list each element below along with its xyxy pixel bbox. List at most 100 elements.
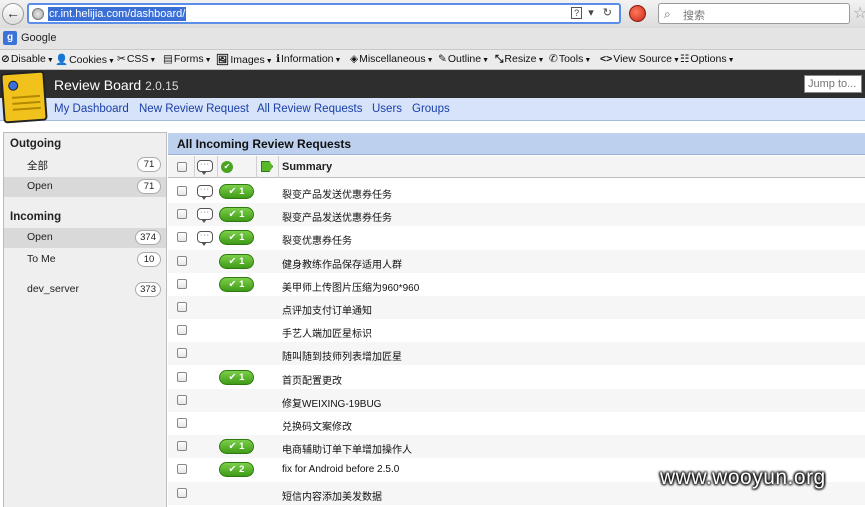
pin-icon bbox=[7, 80, 19, 92]
web-developer-toolbar: ⊘Disable▼ 👤Cookies▼ ✂CSS▼ ▤Forms▼ 🖼Image… bbox=[0, 50, 865, 70]
table-row[interactable]: 点评加支付订单通知 bbox=[168, 296, 865, 319]
devbar-cookies[interactable]: 👤Cookies▼ bbox=[55, 53, 115, 66]
nav-my-dashboard[interactable]: My Dashboard bbox=[54, 103, 129, 115]
page-title: All Incoming Review Requests bbox=[177, 137, 352, 151]
table-row[interactable]: ✔ 1 电商辅助订单下单增加操作人 bbox=[168, 435, 865, 459]
nav-users[interactable]: Users bbox=[372, 103, 402, 115]
comment-bubble-icon: ··· bbox=[197, 208, 213, 224]
comment-bubble-icon: ··· bbox=[197, 231, 213, 247]
row-checkbox[interactable] bbox=[177, 371, 187, 382]
row-checkbox[interactable] bbox=[177, 186, 187, 196]
star-icon[interactable]: ☆ bbox=[853, 3, 865, 23]
devbar-tools[interactable]: ✆Tools▼ bbox=[549, 53, 591, 65]
css-icon: ✂ bbox=[117, 53, 126, 65]
row-checkbox[interactable] bbox=[177, 487, 187, 498]
row-summary-link[interactable]: 裂变产品发送优惠券任务 bbox=[282, 186, 392, 201]
row-summary-link[interactable]: 美甲师上传图片压缩为960*960 bbox=[282, 279, 419, 294]
ship-it-badge: ✔ 1 bbox=[219, 207, 254, 223]
sidebar-item-label: 全部 bbox=[27, 160, 48, 172]
url-text: cr.int.helijia.com/dashboard/ bbox=[48, 7, 187, 21]
sidebar-item-outgoing-all[interactable]: 全部 71 bbox=[4, 155, 166, 175]
row-summary-link[interactable]: 首页配置更改 bbox=[282, 372, 342, 387]
comments-column-icon[interactable]: ··· bbox=[197, 160, 213, 175]
table-row[interactable]: ··· ✔ 1 裂变优惠券任务 bbox=[168, 226, 865, 249]
select-all-checkbox[interactable] bbox=[177, 162, 187, 172]
row-summary-link[interactable]: 兑换码文案修改 bbox=[282, 418, 352, 433]
sidebar-item-label: Open bbox=[27, 231, 53, 243]
devbar-forms[interactable]: ▤Forms▼ bbox=[163, 53, 212, 65]
nav-groups[interactable]: Groups bbox=[412, 103, 450, 115]
ship-it-badge: ✔ 1 bbox=[219, 369, 254, 385]
devbar-css[interactable]: ✂CSS▼ bbox=[117, 53, 156, 65]
row-checkbox[interactable] bbox=[177, 441, 187, 452]
sidebar-item-incoming-to-me[interactable]: To Me 10 bbox=[4, 250, 166, 270]
table-row[interactable]: ··· ✔ 1 裂变产品发送优惠券任务 bbox=[168, 180, 865, 203]
table-row[interactable]: ✔ 1 健身教练作品保存适用人群 bbox=[168, 249, 865, 273]
sidebar-item-outgoing-open[interactable]: Open 71 bbox=[4, 177, 166, 197]
devbar-view-source[interactable]: <>View Source▼ bbox=[600, 53, 680, 65]
table-row[interactable]: ··· ✔ 1 裂变产品发送优惠券任务 bbox=[168, 203, 865, 227]
row-summary-link[interactable]: 随叫随到技师列表增加匠星 bbox=[282, 348, 402, 363]
row-checkbox[interactable] bbox=[177, 209, 187, 220]
row-checkbox[interactable] bbox=[177, 255, 187, 266]
nav-all-review-requests[interactable]: All Review Requests bbox=[257, 103, 362, 115]
row-summary-link[interactable]: 裂变优惠券任务 bbox=[282, 232, 352, 247]
row-checkbox[interactable] bbox=[177, 302, 187, 312]
table-row[interactable]: ✔ 1 首页配置更改 bbox=[168, 366, 865, 389]
cookies-icon: 👤 bbox=[55, 54, 69, 66]
devbar-resize[interactable]: ⤡Resize▼ bbox=[495, 53, 544, 66]
table-header: ··· ✔ Summary bbox=[168, 156, 865, 178]
row-checkbox[interactable] bbox=[177, 325, 187, 336]
main-nav: My Dashboard New Review Request All Revi… bbox=[0, 98, 865, 121]
back-arrow-icon[interactable]: ← bbox=[2, 3, 24, 25]
row-summary-link[interactable]: 健身教练作品保存适用人群 bbox=[282, 256, 402, 271]
view-source-icon: <> bbox=[600, 53, 613, 65]
devbar-images[interactable]: 🖼Images▼ bbox=[216, 53, 273, 66]
bookmark-google[interactable]: g Google bbox=[3, 31, 56, 45]
url-field[interactable]: cr.int.helijia.com/dashboard/ ? ▾ ↻ bbox=[27, 3, 621, 24]
row-checkbox[interactable] bbox=[177, 464, 187, 475]
row-checkbox[interactable] bbox=[177, 348, 187, 359]
devbar-information[interactable]: ℹInformation▼ bbox=[276, 53, 341, 65]
row-summary-link[interactable]: 短信内容添加美发数据 bbox=[282, 488, 382, 503]
table-row[interactable]: 修复WEIXING-19BUG bbox=[168, 388, 865, 412]
ship-it-badge: ✔ 2 bbox=[219, 462, 254, 478]
table-row[interactable]: 兑换码文案修改 bbox=[168, 412, 865, 435]
summary-column-header[interactable]: Summary bbox=[282, 161, 332, 173]
jump-to-input[interactable] bbox=[804, 75, 862, 93]
row-checkbox[interactable] bbox=[177, 232, 187, 243]
table-row[interactable]: ✔ 1 美甲师上传图片压缩为960*960 bbox=[168, 273, 865, 296]
row-checkbox[interactable] bbox=[177, 394, 187, 405]
tools-icon: ✆ bbox=[549, 53, 558, 65]
bookmarks-bar: g Google bbox=[0, 28, 865, 50]
nav-new-review-request[interactable]: New Review Request bbox=[139, 103, 249, 115]
sidebar-item-incoming-dev-server[interactable]: dev_server 373 bbox=[4, 280, 166, 300]
devbar-options[interactable]: ☷Options▼ bbox=[680, 53, 735, 65]
main-title-bar: All Incoming Review Requests bbox=[168, 133, 865, 155]
row-checkbox[interactable] bbox=[177, 418, 187, 428]
ship-it-badge: ✔ 1 bbox=[219, 253, 254, 269]
row-checkbox[interactable] bbox=[177, 278, 187, 289]
sidebar-item-incoming-open[interactable]: Open 374 bbox=[4, 228, 166, 248]
sidebar-item-count: 71 bbox=[137, 179, 161, 194]
row-summary-link[interactable]: 电商辅助订单下单增加操作人 bbox=[282, 441, 412, 456]
row-summary-link[interactable]: 手艺人端加匠星标识 bbox=[282, 325, 372, 340]
row-summary-link[interactable]: 点评加支付订单通知 bbox=[282, 302, 372, 317]
stop-icon[interactable] bbox=[629, 5, 646, 22]
new-updates-column-icon[interactable] bbox=[261, 161, 273, 172]
table-row[interactable]: 随叫随到技师列表增加匠星 bbox=[168, 342, 865, 366]
devbar-outline[interactable]: ✎Outline▼ bbox=[438, 53, 489, 65]
url-tools[interactable]: ? ▾ ↻ bbox=[571, 6, 615, 19]
devbar-miscellaneous[interactable]: ◈Miscellaneous▼ bbox=[350, 53, 434, 65]
row-summary-link[interactable]: 修复WEIXING-19BUG bbox=[282, 395, 381, 410]
ship-it-column-icon[interactable]: ✔ bbox=[221, 161, 233, 173]
images-icon: 🖼 bbox=[216, 54, 230, 66]
row-summary-link[interactable]: fix for Android before 2.5.0 bbox=[282, 464, 399, 475]
review-board-logo-icon[interactable] bbox=[0, 70, 48, 124]
help-icon[interactable]: ? bbox=[571, 7, 583, 19]
table-row[interactable]: 手艺人端加匠星标识 bbox=[168, 319, 865, 342]
row-summary-link[interactable]: 裂变产品发送优惠券任务 bbox=[282, 209, 392, 224]
search-input[interactable]: ⌕ 搜索 bbox=[658, 3, 850, 24]
app-title[interactable]: Review Board 2.0.15 bbox=[54, 77, 179, 93]
devbar-disable[interactable]: ⊘Disable▼ bbox=[1, 53, 54, 65]
